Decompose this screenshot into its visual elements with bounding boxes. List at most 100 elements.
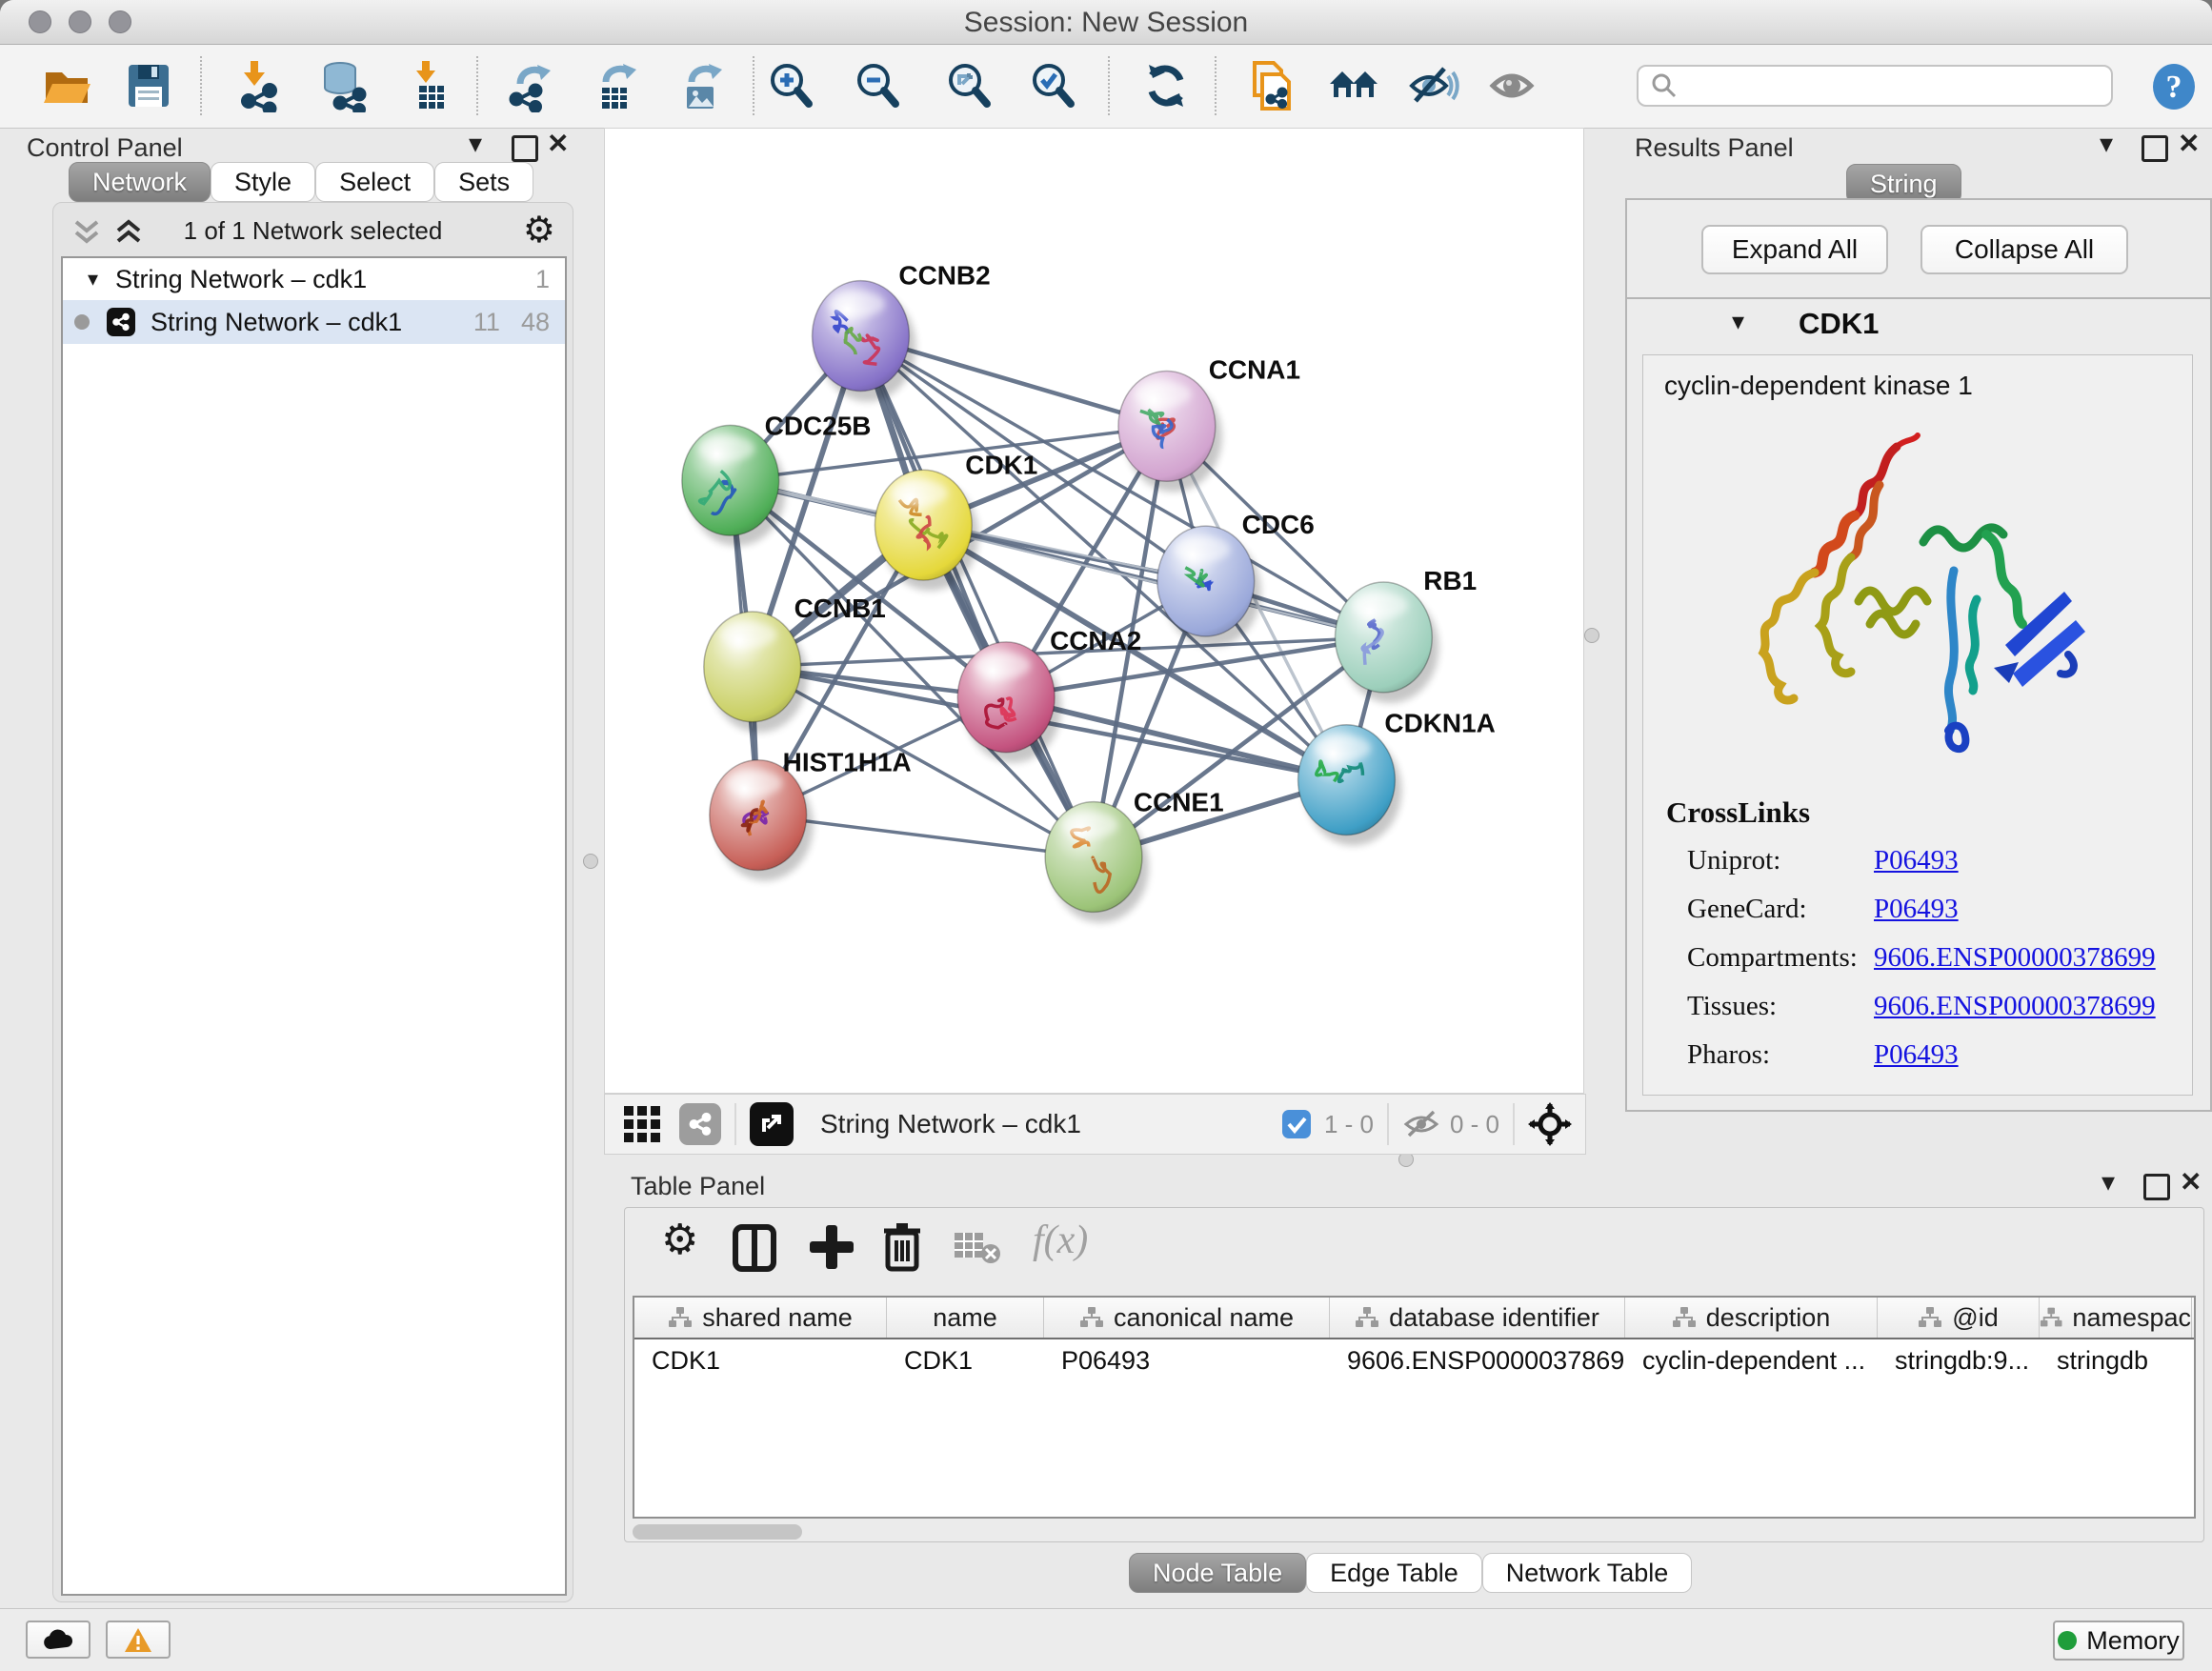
graph-node-RB1[interactable]: RB1 [1336, 566, 1478, 703]
tab-sets[interactable]: Sets [434, 162, 533, 202]
edge-CCNB2-CCNE1[interactable] [860, 336, 1094, 857]
import-network-icon[interactable] [231, 59, 285, 112]
add-column-icon[interactable] [808, 1223, 855, 1271]
save-session-icon[interactable] [122, 59, 175, 112]
crosslink-value[interactable]: P06493 [1874, 894, 1959, 925]
node-table[interactable]: shared name name canonical name database… [633, 1296, 2196, 1519]
graph-node-HIST1H1A[interactable]: HIST1H1A [710, 748, 912, 881]
search-input[interactable] [1679, 70, 2082, 102]
panel-menu-icon[interactable]: ▾ [469, 130, 482, 158]
birdseye-grid-icon[interactable] [622, 1104, 662, 1144]
tab-style[interactable]: Style [211, 162, 315, 202]
show-graphics-icon[interactable] [1487, 59, 1540, 112]
float-panel-icon[interactable] [2142, 135, 2168, 162]
toolbar-separator [1387, 1103, 1389, 1145]
graph-node-CDK1[interactable]: CDK1 [875, 450, 1037, 591]
column-header-id[interactable]: @id [1878, 1298, 2040, 1338]
refresh-icon[interactable] [1139, 59, 1193, 112]
help-icon[interactable]: ? [2149, 62, 2199, 111]
cell-shared-name[interactable]: CDK1 [634, 1346, 887, 1376]
zoom-in-icon[interactable] [764, 59, 817, 112]
crosslink-value[interactable]: P06493 [1874, 1039, 1959, 1071]
cloud-button[interactable] [26, 1621, 90, 1659]
reposition-crosshair-icon[interactable] [1528, 1102, 1572, 1146]
network-row-selected[interactable]: String Network – cdk1 11 48 [63, 300, 565, 344]
gear-icon[interactable]: ⚙ [523, 209, 555, 252]
float-panel-icon[interactable] [2143, 1174, 2170, 1200]
collection-expand-icon[interactable]: ▾ [88, 267, 98, 292]
export-network-icon[interactable] [503, 59, 556, 112]
memory-label: Memory [2086, 1626, 2180, 1656]
expand-all-button[interactable]: Expand All [1701, 225, 1888, 274]
cell-id[interactable]: stringdb:9... [1878, 1346, 2040, 1376]
memory-button[interactable]: Memory [2053, 1621, 2184, 1661]
column-header-namespac[interactable]: namespac [2040, 1298, 2192, 1338]
zoom-selected-icon[interactable] [1026, 59, 1079, 112]
close-panel-icon[interactable]: ✕ [2180, 1168, 2202, 1197]
graph-node-CCNA1[interactable]: CCNA1 [1118, 354, 1300, 492]
table-row[interactable]: CDK1CDK1P064939606.ENSP00000378699cyclin… [634, 1339, 2194, 1381]
search-box[interactable] [1637, 65, 2113, 107]
crosslink-value[interactable]: 9606.ENSP00000378699 [1874, 942, 2156, 974]
splitter-handle-left[interactable] [583, 854, 598, 869]
panel-menu-icon[interactable]: ▾ [2100, 130, 2113, 158]
graph-node-CDC25B[interactable]: CDC25B [682, 411, 872, 546]
column-header-canonical-name[interactable]: canonical name [1044, 1298, 1330, 1338]
show-columns-icon[interactable] [732, 1223, 777, 1273]
cell-description[interactable]: cyclin-dependent ... [1625, 1346, 1878, 1376]
warnings-button[interactable] [106, 1621, 171, 1659]
delete-column-icon[interactable] [880, 1221, 924, 1273]
hidden-eye-icon[interactable] [1402, 1108, 1440, 1140]
tab-select[interactable]: Select [315, 162, 434, 202]
section-collapse-icon[interactable]: ▾ [1732, 307, 1744, 336]
delete-table-icon[interactable] [953, 1229, 1002, 1267]
node-label-CDC6: CDC6 [1242, 510, 1315, 539]
collection-row[interactable]: ▾ String Network – cdk1 1 [63, 258, 565, 300]
cell-name[interactable]: CDK1 [887, 1346, 1044, 1376]
column-header-name[interactable]: name [887, 1298, 1044, 1338]
table-settings-gear-icon[interactable]: ⚙ [661, 1216, 698, 1264]
collapse-all-button[interactable]: Collapse All [1920, 225, 2128, 274]
tab-node-table[interactable]: Node Table [1129, 1553, 1306, 1593]
open-in-new-icon[interactable] [750, 1102, 794, 1146]
import-database-icon[interactable] [317, 59, 371, 112]
tab-edge-table[interactable]: Edge Table [1306, 1553, 1482, 1593]
graph-node-CCNE1[interactable]: CCNE1 [1045, 788, 1224, 923]
column-header-shared-name[interactable]: shared name [634, 1298, 887, 1338]
float-panel-icon[interactable] [512, 135, 538, 162]
clone-network-icon[interactable] [1243, 59, 1297, 112]
selected-checkbox-icon[interactable] [1280, 1108, 1313, 1140]
close-panel-icon[interactable]: ✕ [2178, 130, 2200, 158]
crosslink-value[interactable]: P06493 [1874, 845, 1959, 876]
zoom-out-icon[interactable] [851, 59, 904, 112]
network-canvas[interactable]: CCNB2 CCNA1 CDC25B CDK1 CDC6 RB1 CCNB1 [604, 128, 1584, 1094]
cell-canonical-name[interactable]: P06493 [1044, 1346, 1330, 1376]
table-hscrollbar-thumb[interactable] [633, 1524, 802, 1540]
column-header-database-identifier[interactable]: database identifier [1330, 1298, 1625, 1338]
column-type-icon [1918, 1306, 1942, 1329]
cell-namespac[interactable]: stringdb [2040, 1346, 2192, 1376]
status-bar: Memory [0, 1608, 2212, 1671]
hide-unhide-icon[interactable] [1406, 59, 1459, 112]
crosslink-value[interactable]: 9606.ENSP00000378699 [1874, 991, 2156, 1022]
export-table-icon[interactable] [589, 59, 642, 112]
zoom-fit-icon[interactable] [942, 59, 995, 112]
table-hscrollbar[interactable] [633, 1524, 2196, 1540]
graph-node-CDKN1A[interactable]: CDKN1A [1298, 709, 1496, 846]
tab-network[interactable]: Network [69, 162, 211, 202]
cell-database-identifier[interactable]: 9606.ENSP00000378699 [1330, 1346, 1625, 1376]
tab-network-table[interactable]: Network Table [1482, 1553, 1693, 1593]
network-share-icon[interactable] [679, 1103, 721, 1145]
open-session-icon[interactable] [40, 59, 93, 112]
graph-node-CDC6[interactable]: CDC6 [1157, 510, 1315, 647]
export-image-icon[interactable] [674, 59, 728, 112]
import-table-icon[interactable] [403, 59, 456, 112]
panel-menu-icon[interactable]: ▾ [2101, 1168, 2115, 1197]
node-label-CDK1: CDK1 [965, 450, 1037, 479]
string-home-icon[interactable] [1327, 59, 1380, 112]
column-header-description[interactable]: description [1625, 1298, 1878, 1338]
close-panel-icon[interactable]: ✕ [547, 130, 569, 158]
graph-node-CCNB2[interactable]: CCNB2 [813, 261, 991, 402]
toolbar-separator [734, 1103, 736, 1145]
function-builder-icon[interactable]: f(x) [1033, 1218, 1088, 1263]
